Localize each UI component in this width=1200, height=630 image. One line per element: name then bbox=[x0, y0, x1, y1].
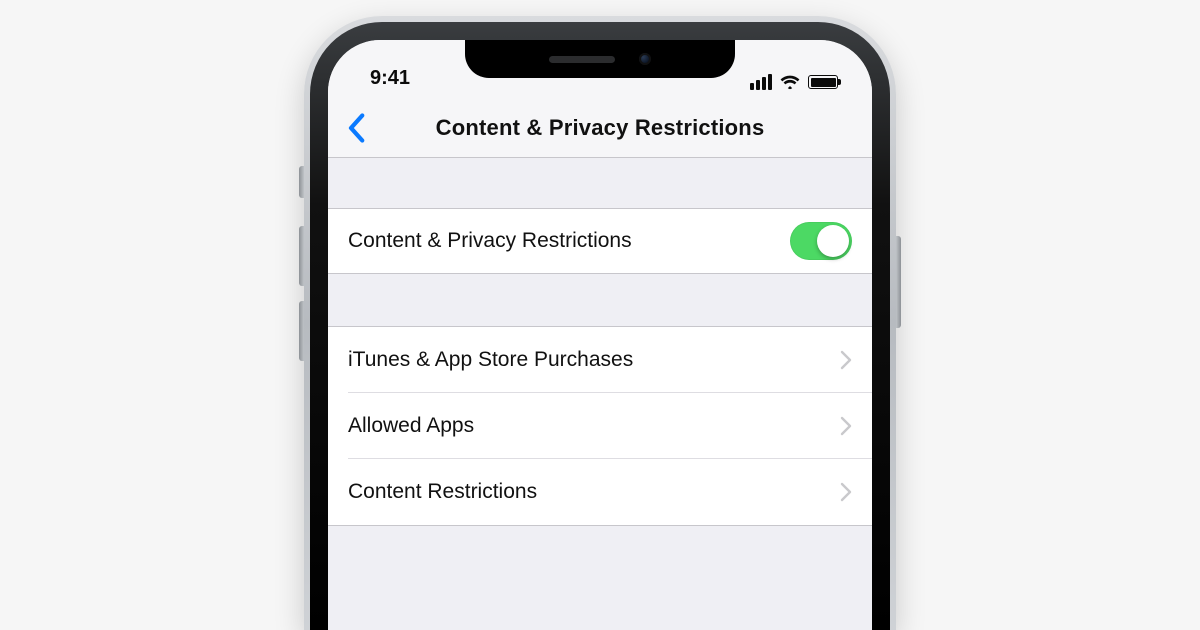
toggle-label: Content & Privacy Restrictions bbox=[348, 229, 790, 253]
row-label: Allowed Apps bbox=[348, 414, 840, 438]
earpiece-speaker bbox=[549, 56, 615, 63]
iphone-device-frame: 9:41 Content & P bbox=[304, 16, 896, 630]
group-gap bbox=[328, 158, 872, 208]
volume-up-button bbox=[299, 226, 304, 286]
itunes-appstore-row[interactable]: iTunes & App Store Purchases bbox=[328, 327, 872, 393]
chevron-right-icon bbox=[840, 416, 852, 436]
status-time: 9:41 bbox=[370, 67, 410, 90]
allowed-apps-row[interactable]: Allowed Apps bbox=[328, 393, 872, 459]
screen: 9:41 Content & P bbox=[328, 40, 872, 630]
settings-group: iTunes & App Store Purchases Allowed App… bbox=[328, 326, 872, 526]
volume-down-button bbox=[299, 301, 304, 361]
chevron-right-icon bbox=[840, 350, 852, 370]
group-gap bbox=[328, 274, 872, 326]
chevron-right-icon bbox=[840, 482, 852, 502]
nav-bar: Content & Privacy Restrictions bbox=[328, 98, 872, 158]
back-button[interactable] bbox=[346, 113, 366, 143]
switch-knob bbox=[817, 225, 849, 257]
content-privacy-toggle-row[interactable]: Content & Privacy Restrictions bbox=[328, 208, 872, 274]
notch bbox=[465, 40, 735, 78]
content-restrictions-row[interactable]: Content Restrictions bbox=[328, 459, 872, 525]
side-power-button bbox=[896, 236, 901, 328]
wifi-icon bbox=[780, 74, 800, 90]
page-title: Content & Privacy Restrictions bbox=[436, 115, 765, 141]
content-privacy-switch[interactable] bbox=[790, 222, 852, 260]
mute-switch bbox=[299, 166, 304, 198]
row-label: iTunes & App Store Purchases bbox=[348, 348, 840, 372]
front-camera bbox=[639, 53, 651, 65]
cellular-signal-icon bbox=[750, 74, 772, 90]
battery-icon bbox=[808, 75, 838, 89]
row-label: Content Restrictions bbox=[348, 480, 840, 504]
